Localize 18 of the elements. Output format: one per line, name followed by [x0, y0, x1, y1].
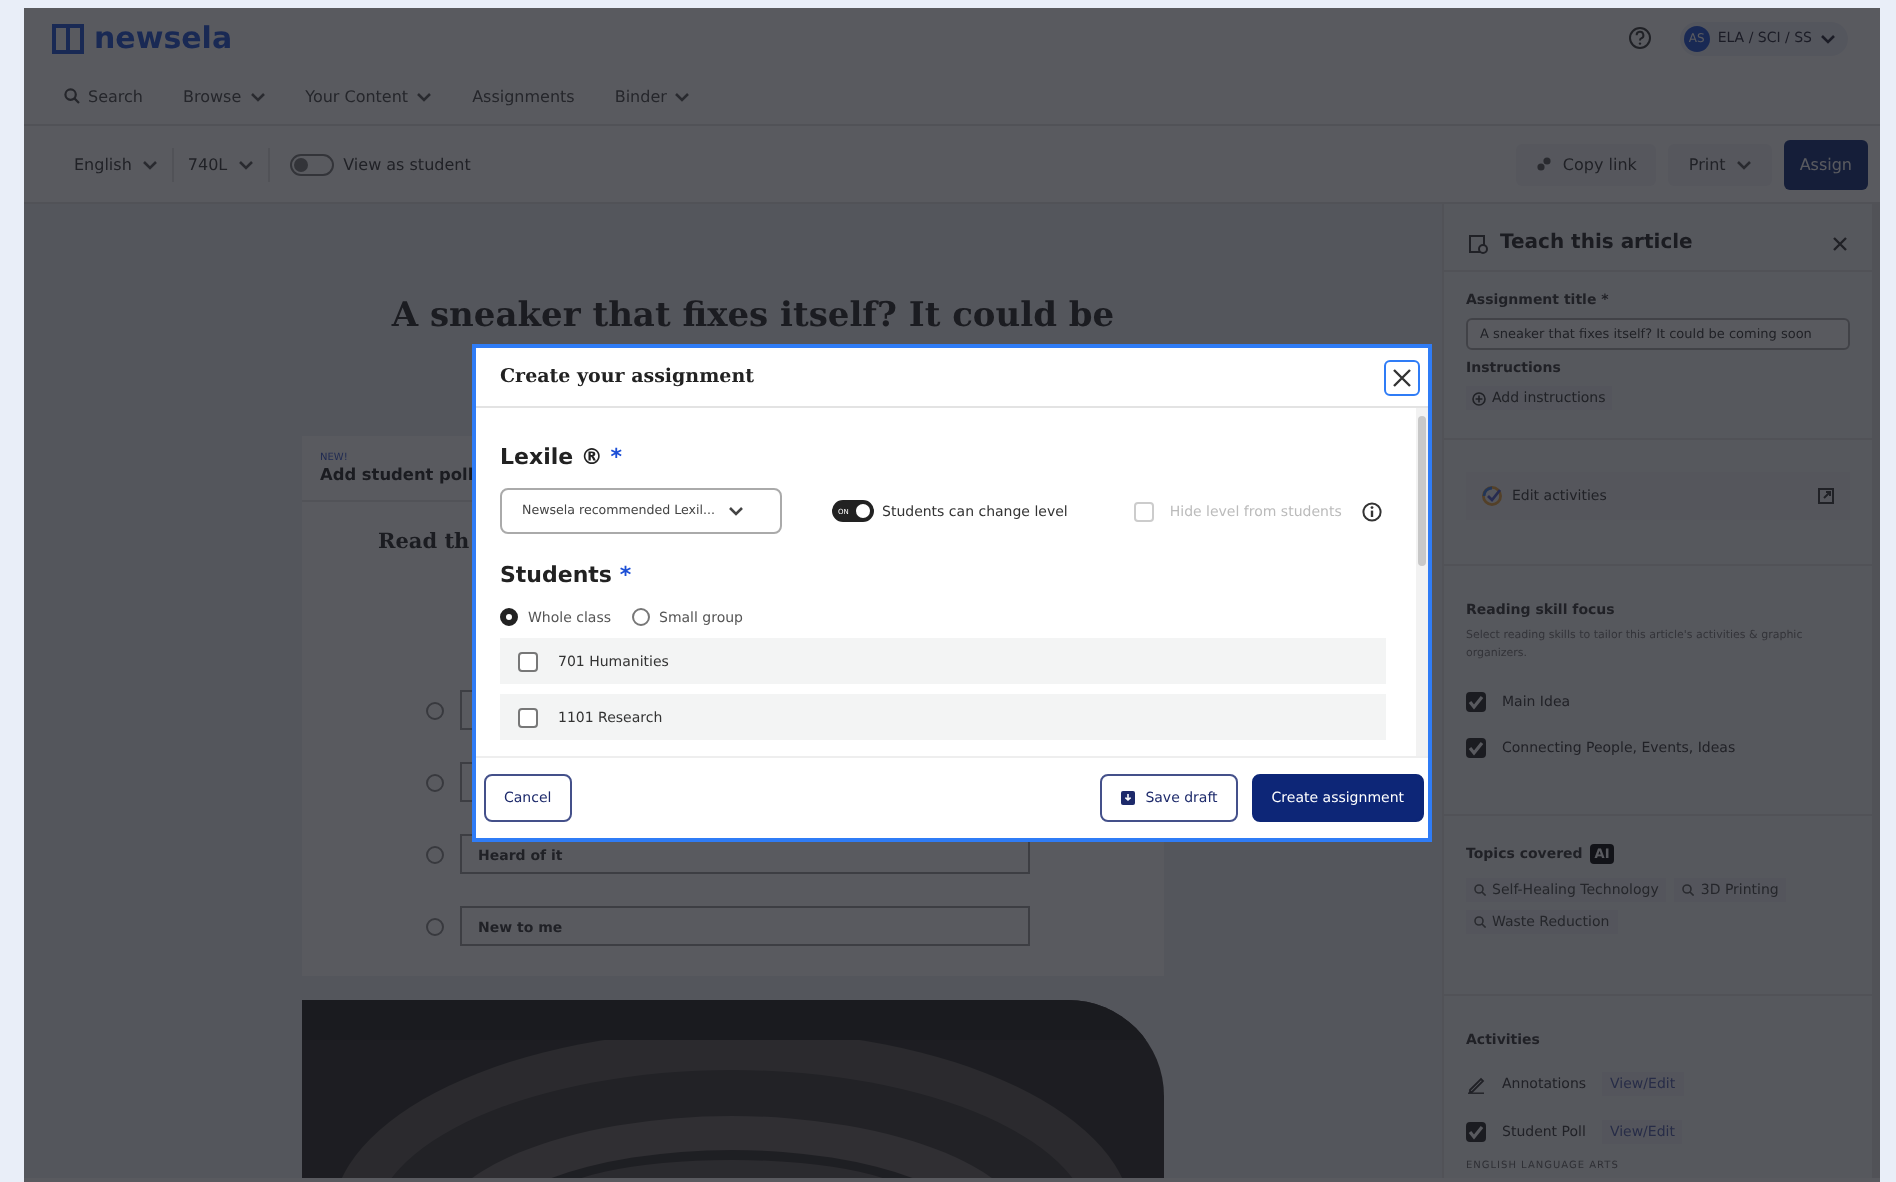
info-icon [1361, 501, 1382, 521]
save-icon [1119, 790, 1136, 806]
poll-prompt: Read th [378, 530, 470, 554]
dialog-title: Create your assignment [500, 366, 754, 388]
close-button[interactable] [1384, 359, 1420, 395]
section-heading: Students * [500, 562, 634, 588]
panel-title: Teach this article [1500, 232, 1693, 254]
scrollbar[interactable] [1416, 408, 1428, 756]
article-headline: A sneaker that fixes itself? It could be [389, 296, 1117, 336]
checkbox[interactable] [518, 707, 538, 727]
radio-button[interactable] [631, 608, 649, 626]
close-icon [1392, 367, 1412, 387]
section-heading: Lexile ® * [500, 444, 624, 470]
checkbox[interactable] [518, 651, 538, 671]
poll-title: Add student poll [320, 464, 474, 484]
caret-icon [727, 506, 744, 516]
radio-button[interactable] [500, 608, 518, 626]
toggle-label: View as student [343, 155, 471, 173]
